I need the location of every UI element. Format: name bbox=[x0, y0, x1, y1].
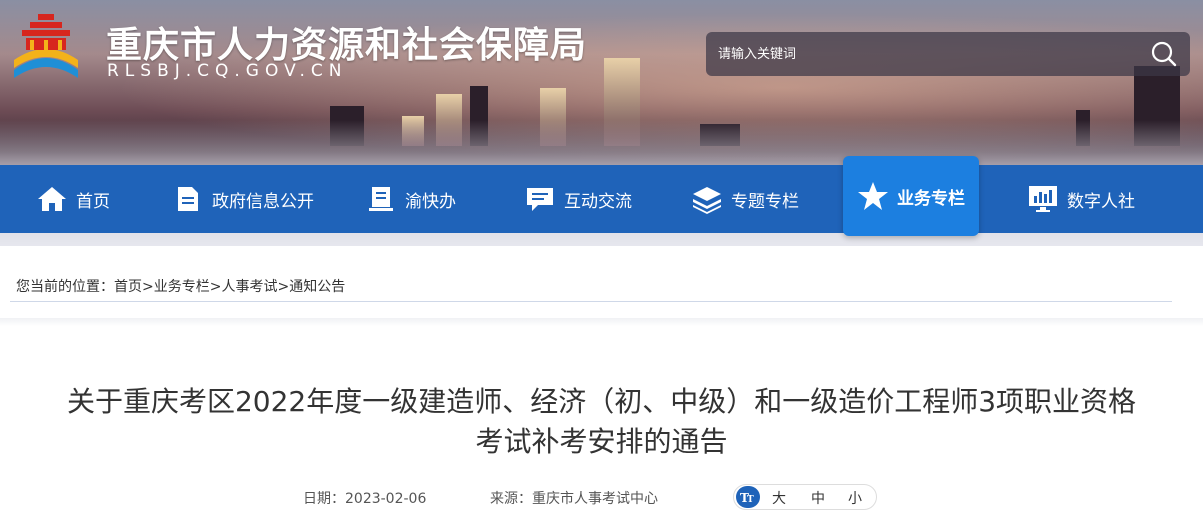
font-size-switcher: TT 大 中 小 bbox=[733, 484, 877, 510]
breadcrumb-prefix: 您当前的位置： bbox=[16, 279, 114, 295]
article-title-line: 考试补考安排的通告 bbox=[475, 425, 728, 458]
breadcrumb-separator: > bbox=[209, 279, 222, 295]
nav-item-home[interactable]: 首页 bbox=[36, 165, 110, 233]
nav-item-business[interactable]: 业务专栏 bbox=[843, 156, 979, 236]
font-size-icon: TT bbox=[736, 486, 760, 508]
government-emblem-icon[interactable] bbox=[8, 10, 84, 84]
breadcrumb-link-exam[interactable]: 人事考试 bbox=[221, 279, 277, 295]
breadcrumb-separator: > bbox=[277, 279, 290, 295]
nav-item-interaction[interactable]: 互动交流 bbox=[524, 165, 632, 233]
nav-item-special[interactable]: 专题专栏 bbox=[691, 165, 799, 233]
home-icon bbox=[36, 183, 68, 215]
article-title-line: 关于重庆考区2022年度一级建造师、经济（初、中级）和一级造价工程师3项职业资格 bbox=[66, 385, 1137, 418]
article-title: 关于重庆考区2022年度一级建造师、经济（初、中级）和一级造价工程师3项职业资格… bbox=[0, 382, 1203, 462]
font-size-medium-button[interactable]: 中 bbox=[811, 488, 825, 508]
nav-item-label: 数字人社 bbox=[1067, 191, 1135, 212]
nav-item-label: 政府信息公开 bbox=[212, 191, 314, 212]
chat-icon bbox=[524, 183, 556, 215]
breadcrumb-link-home[interactable]: 首页 bbox=[114, 279, 142, 295]
nav-item-label: 首页 bbox=[76, 191, 110, 212]
publish-date: 日期：2023-02-06 bbox=[303, 491, 427, 507]
star-icon bbox=[857, 180, 889, 212]
nav-item-digital[interactable]: 数字人社 bbox=[1027, 165, 1135, 233]
article-meta: 日期：2023-02-06 来源：重庆市人事考试中心 TT 大 中 小 bbox=[0, 484, 1203, 510]
monitor-icon bbox=[1027, 183, 1059, 215]
document-icon bbox=[172, 183, 204, 215]
breadcrumb-link-notice[interactable]: 通知公告 bbox=[289, 279, 345, 295]
breadcrumb-link-business[interactable]: 业务专栏 bbox=[154, 279, 210, 295]
main-nav: 首页 政府信息公开 渝快办 互动交流 专题专栏 业务专栏 数字人社 bbox=[0, 156, 1203, 236]
site-url: RLSBJ.CQ.GOV.CN bbox=[107, 61, 348, 81]
nav-item-yukuaiban[interactable]: 渝快办 bbox=[365, 165, 456, 233]
breadcrumb: 您当前的位置：首页>业务专栏>人事考试>通知公告 bbox=[10, 266, 1172, 302]
nav-item-label: 业务专栏 bbox=[897, 188, 965, 209]
section-divider bbox=[0, 318, 1203, 326]
font-size-small-button[interactable]: 小 bbox=[848, 488, 862, 508]
search-input[interactable] bbox=[718, 42, 1128, 66]
article-source: 来源：重庆市人事考试中心 bbox=[490, 491, 658, 507]
layers-icon bbox=[691, 183, 723, 215]
breadcrumb-separator: > bbox=[142, 279, 154, 295]
nav-item-label: 渝快办 bbox=[405, 191, 456, 212]
search-icon[interactable] bbox=[1146, 38, 1182, 70]
svg-text:T: T bbox=[747, 495, 754, 505]
nav-item-gov-info[interactable]: 政府信息公开 bbox=[172, 165, 314, 233]
nav-item-label: 专题专栏 bbox=[731, 191, 799, 212]
breadcrumb-trail: 您当前的位置：首页>业务专栏>人事考试>通知公告 bbox=[16, 276, 345, 296]
book-icon bbox=[365, 183, 397, 215]
search-box bbox=[706, 32, 1190, 76]
font-size-large-button[interactable]: 大 bbox=[772, 488, 786, 508]
nav-item-label: 互动交流 bbox=[564, 191, 632, 212]
